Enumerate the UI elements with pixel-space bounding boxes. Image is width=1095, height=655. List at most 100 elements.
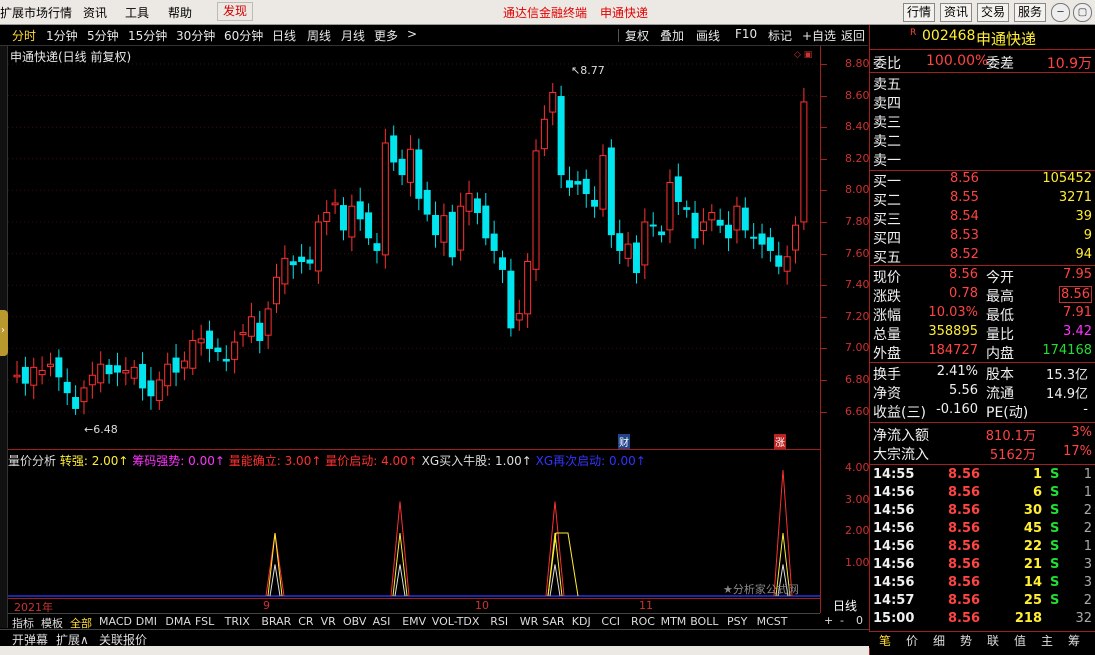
weicha-value: 10.9万 [1046,56,1092,72]
quote-label: 涨跌 [873,289,901,305]
weibi-value: 100.00% [926,53,989,69]
add-watch-button[interactable]: +自选 [802,27,836,44]
indicator-tab[interactable]: EMV [402,615,426,628]
indicator-tab[interactable]: FSL [195,615,214,628]
menu-tools[interactable]: 工具 [125,4,149,21]
fund-label: 换手 [873,367,901,383]
kline-chart[interactable]: 申通快递(日线 前复权) ↖8.77 ←6.48 财 涨 ◇ ▣ [8,46,820,449]
menu-help[interactable]: 帮助 [168,4,192,21]
candle-body [415,149,423,199]
top-service-button[interactable]: 服务 [1014,3,1046,22]
candle-body [273,276,281,305]
top-news-button[interactable]: 资讯 [940,3,972,22]
zoom-out-button[interactable]: - [840,614,844,627]
period-daily[interactable]: 日线 [272,27,296,44]
reset-button[interactable]: 0 [856,614,863,627]
period-5min[interactable]: 5分钟 [87,27,119,44]
chevron-right-icon[interactable]: > [407,27,417,41]
menu-market[interactable]: 扩展市场行情 [0,4,72,21]
indicator-tab[interactable]: BOLL [690,615,718,628]
menu-discover[interactable]: 发现 [217,2,254,21]
restore-icon[interactable]: ▢ [1073,3,1092,22]
axis-tick-label: 8.60 [845,88,870,102]
quote-panel-tab[interactable]: 主 [1041,632,1053,649]
quote-panel-tab[interactable]: 势 [960,632,972,649]
period-monthly[interactable]: 月线 [341,27,365,44]
candle-body [80,387,88,403]
indicator-tab[interactable]: BRAR [261,615,291,628]
indicator-tab[interactable]: PSY [727,615,747,628]
period-weekly[interactable]: 周线 [307,27,331,44]
indicator-tab[interactable]: MTM [661,615,687,628]
candle-body [206,330,214,349]
axis-tick-mark [821,253,827,255]
candle-body [524,261,532,315]
indicator-tab[interactable]: RSI [490,615,508,628]
quote-value: 174168 [1042,343,1092,358]
indicator-tab[interactable]: MCST [757,615,788,628]
indicator-tab[interactable]: VOL-TDX [432,615,480,628]
period-1min[interactable]: 1分钟 [46,27,78,44]
mark-button[interactable]: 标记 [768,27,792,44]
candle-body [540,118,548,150]
candle-body [214,347,222,353]
indicator-tab[interactable]: CR [298,615,313,628]
candle-body [666,182,674,231]
indicator-tab[interactable]: OBV [343,615,366,628]
indicator-pane[interactable]: 量价分析 转强: 2.00↑ 筹码强势: 0.00↑ 量能确立: 3.00↑ 量… [8,449,820,598]
period-60min[interactable]: 60分钟 [224,27,263,44]
quote-panel-tab[interactable]: 细 [933,632,945,649]
candle-body [38,370,46,376]
indicator-tab[interactable]: WR [520,615,539,628]
f10-button[interactable]: F10 [735,27,757,41]
candle-body [582,178,590,195]
candle-body [21,366,29,384]
indicator-tab[interactable]: KDJ [572,615,591,628]
candle-body [356,201,364,220]
quote-panel-tab[interactable]: 笔 [879,632,891,649]
minimize-icon[interactable]: ─ [1051,3,1070,22]
indicator-tab[interactable]: ROC [631,615,655,628]
quote-panel-tab[interactable]: 筹 [1068,632,1080,649]
indicator-tab[interactable]: TRIX [225,615,250,628]
quote-panel-tab[interactable]: 价 [906,632,918,649]
expand-handle[interactable]: › [0,310,8,356]
axis-tick-mark [821,127,827,129]
period-30min[interactable]: 30分钟 [176,27,215,44]
candle-body [130,366,138,379]
limit-up-marker[interactable]: 涨 [774,434,786,449]
fundamental-row: 换手 2.41% 股本 15.3亿 [870,364,1095,383]
candle-body [691,212,699,239]
indicator-tab[interactable]: MACD [99,615,132,628]
candle-body [507,270,515,329]
sell-label: 卖四 [873,96,901,112]
axis-tick-mark [821,222,827,223]
flow-percent: 17% [1063,444,1092,459]
indicator-tab[interactable]: CCI [601,615,620,628]
indicator-tab[interactable]: DMI [136,615,157,628]
fund-label: 股本 [986,367,1014,383]
menu-news[interactable]: 资讯 [83,4,107,21]
period-intraday[interactable]: 分时 [12,27,36,44]
period-more[interactable]: 更多 [374,27,398,44]
period-15min[interactable]: 15分钟 [128,27,167,44]
price-axis: 8.80 8.60 8.40 8.20 8.00 7.80 7.60 7.40 7.20 7.00… [820,46,870,597]
back-button[interactable]: 返回 [841,27,865,44]
draw-button[interactable]: 画线 [696,27,720,44]
overlay-button[interactable]: 叠加 [660,27,684,44]
indicator-tab[interactable]: ASI [373,615,391,628]
candle-body [289,261,297,266]
tick-volume: 14 [1023,575,1042,590]
indicator-tab[interactable]: VR [321,615,336,628]
sell-row: 卖二 [870,131,1095,150]
top-trade-button[interactable]: 交易 [977,3,1009,22]
top-quote-button[interactable]: 行情 [903,3,935,22]
indicator-tab[interactable]: SAR [542,615,564,628]
quote-panel-tab[interactable]: 值 [1014,632,1026,649]
finance-marker[interactable]: 财 [618,434,630,449]
period-label: 日线 [820,597,869,613]
indicator-tab[interactable]: DMA [165,615,191,628]
adjust-button[interactable]: 复权 [625,27,649,44]
quote-panel-tab[interactable]: 联 [987,632,999,649]
zoom-in-button[interactable]: + [824,614,833,627]
